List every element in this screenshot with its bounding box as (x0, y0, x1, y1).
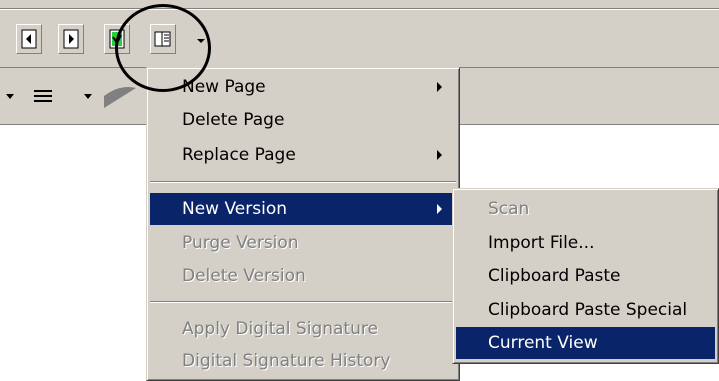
menu-item-label: Apply Digital Signature (182, 319, 378, 339)
page-right-icon (63, 29, 79, 49)
submenu-arrow-icon (437, 82, 442, 92)
submenu-item-current-view[interactable]: Current View (456, 327, 715, 359)
submenu-item-clipboard-paste[interactable]: Clipboard Paste (456, 260, 715, 292)
menu-item-delete-page[interactable]: Delete Page (150, 104, 456, 136)
submenu-item-label: Clipboard Paste (488, 266, 621, 286)
submenu-item-import-file[interactable]: Import File... (456, 227, 715, 259)
menu-item-delete-version[interactable]: Delete Version (150, 260, 456, 292)
submenu-item-clipboard-paste-special[interactable]: Clipboard Paste Special (456, 294, 715, 326)
submenu-item-scan[interactable]: Scan (456, 193, 715, 225)
align-icon[interactable] (28, 82, 58, 110)
submenu-arrow-icon (437, 150, 442, 160)
menu-item-new-version[interactable]: New Version (150, 193, 456, 225)
page-right-button[interactable] (58, 24, 84, 54)
pen-icon[interactable] (100, 82, 140, 110)
annotation-circle (115, 4, 211, 92)
submenu-item-label: Import File... (488, 233, 595, 253)
submenu-item-label: Scan (488, 199, 530, 219)
menu-item-label: Replace Page (182, 145, 296, 165)
menu-separator (150, 301, 456, 303)
page-left-icon (21, 29, 37, 49)
page-left-button[interactable] (16, 24, 42, 54)
menu-item-purge-version[interactable]: Purge Version (150, 227, 456, 259)
menu-item-label: New Version (182, 199, 287, 219)
version-menu: New Page Delete Page Replace Page New Ve… (146, 67, 460, 381)
new-version-submenu: Scan Import File... Clipboard Paste Clip… (452, 188, 719, 364)
menu-item-digital-signature-history[interactable]: Digital Signature History (150, 345, 456, 377)
chevron-down-icon[interactable] (2, 82, 22, 110)
menu-item-label: Delete Version (182, 266, 306, 286)
chevron-down-icon[interactable] (80, 82, 100, 110)
submenu-arrow-icon (437, 204, 442, 214)
submenu-item-label: Clipboard Paste Special (488, 300, 688, 320)
menu-item-label: Purge Version (182, 233, 299, 253)
submenu-item-label: Current View (488, 333, 598, 353)
menu-item-apply-digital-signature[interactable]: Apply Digital Signature (150, 313, 456, 345)
menu-item-label: Digital Signature History (182, 351, 391, 371)
menu-item-replace-page[interactable]: Replace Page (150, 139, 456, 171)
menu-separator (150, 181, 456, 183)
menu-item-label: Delete Page (182, 110, 285, 130)
toolbar-divider-highlight (0, 9, 719, 10)
